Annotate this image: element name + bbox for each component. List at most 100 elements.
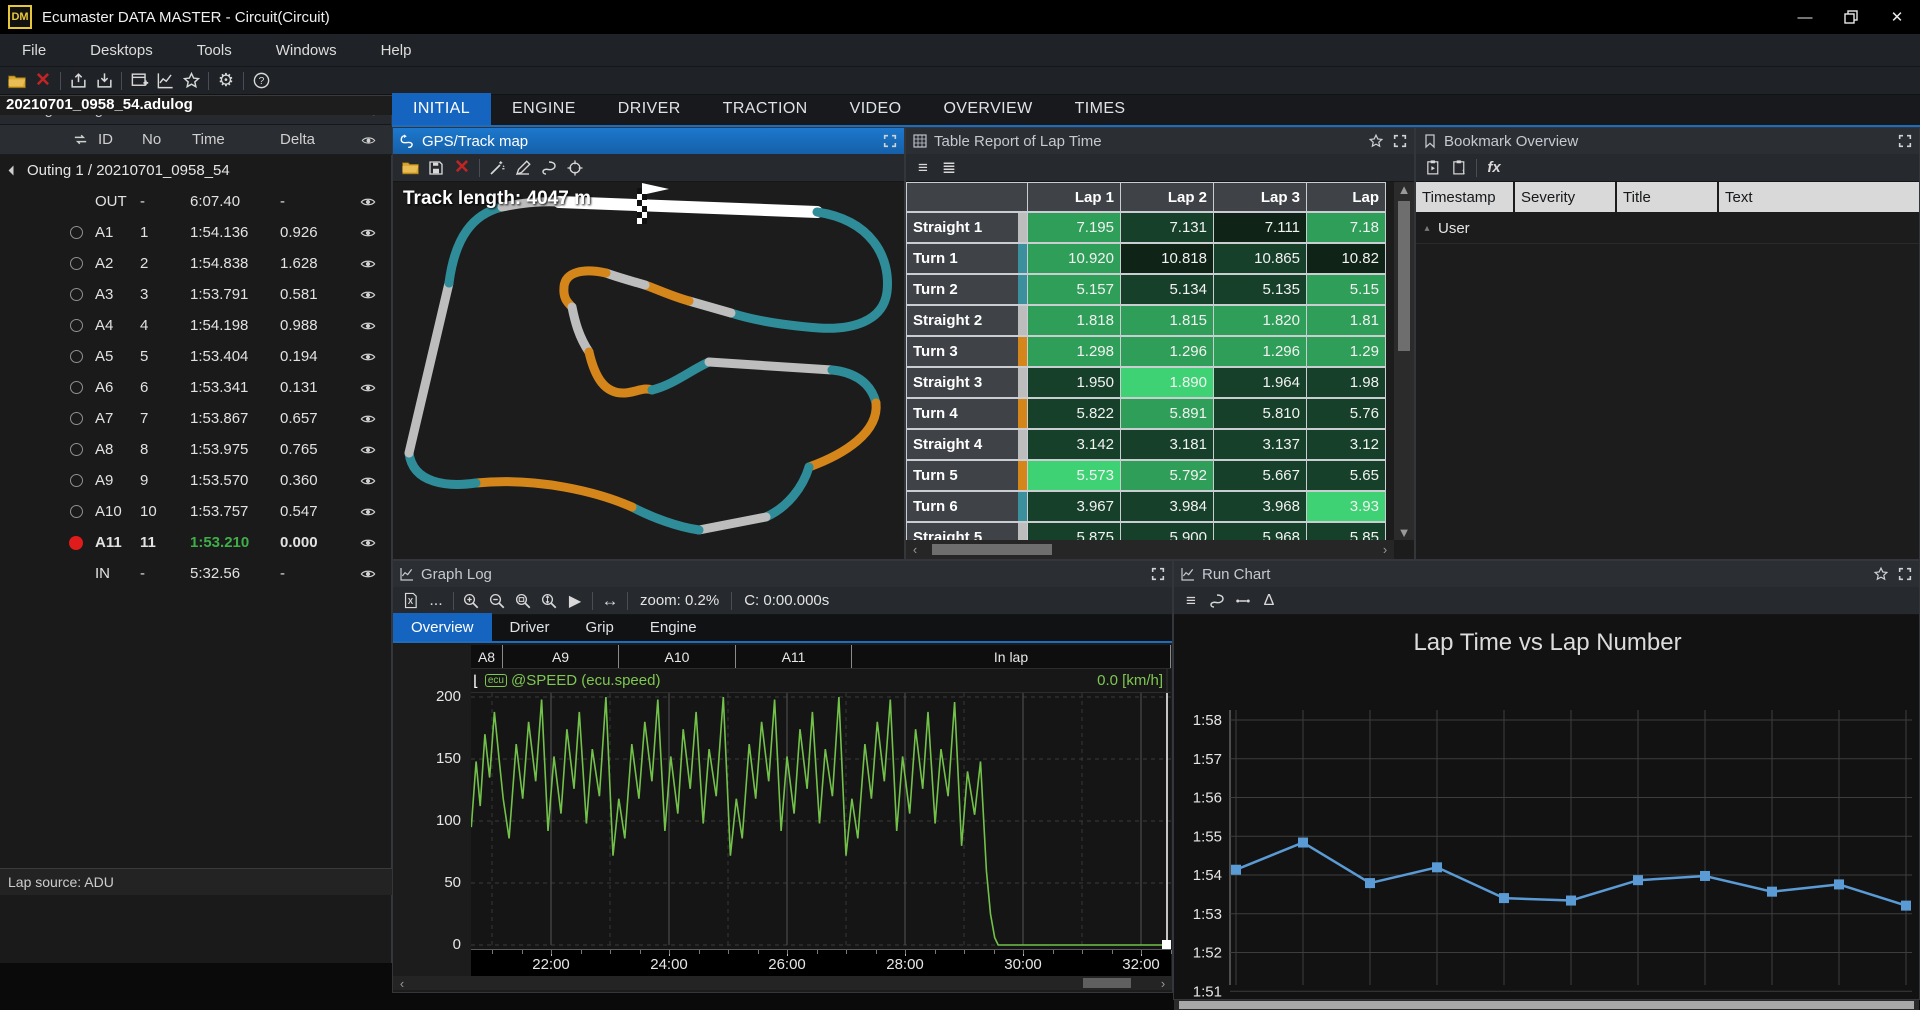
sector-label[interactable]: Turn 2: [906, 274, 1018, 305]
sector-time-cell[interactable]: 5.573: [1027, 460, 1120, 491]
lap-radio[interactable]: [0, 350, 95, 363]
lap-strip-a8[interactable]: A8: [471, 645, 503, 668]
visibility-eye-icon[interactable]: [358, 193, 378, 210]
log-row-a7[interactable]: A771:53.8670.657: [0, 403, 392, 434]
import-button[interactable]: [91, 69, 117, 93]
auto-sectors-button[interactable]: [484, 156, 510, 180]
lap-time-grid[interactable]: Lap 1Lap 2Lap 3LapStraight 17.1957.1317.…: [906, 182, 1394, 540]
lap-strip-a9[interactable]: A9: [503, 645, 619, 668]
sector-label[interactable]: Straight 5: [906, 522, 1018, 540]
visibility-eye-icon[interactable]: [358, 255, 378, 272]
close-log-button[interactable]: ✕: [30, 69, 56, 93]
tab-video[interactable]: VIDEO: [829, 93, 923, 125]
group-expander-icon[interactable]: ▴: [1416, 223, 1438, 234]
sector-time-cell[interactable]: 10.920: [1027, 243, 1120, 274]
link-cursor-button[interactable]: [1230, 589, 1256, 613]
graph-tab-driver[interactable]: Driver: [492, 613, 568, 641]
open-log-button[interactable]: [4, 69, 30, 93]
lap-radio[interactable]: [0, 226, 95, 239]
delete-track-button[interactable]: ✕: [449, 156, 475, 180]
close-button[interactable]: ✕: [1874, 0, 1920, 34]
sector-time-cell[interactable]: 1.950: [1027, 367, 1120, 398]
graph-tab-engine[interactable]: Engine: [632, 613, 715, 641]
log-row-a1[interactable]: A111:54.1360.926: [0, 217, 392, 248]
zoom-in-button[interactable]: [458, 589, 484, 613]
sector-time-cell[interactable]: 5.667: [1213, 460, 1306, 491]
sector-time-cell[interactable]: 3.93: [1306, 491, 1386, 522]
sector-time-cell[interactable]: 1.890: [1120, 367, 1213, 398]
col-header-lap4[interactable]: Lap: [1306, 182, 1386, 212]
log-row-a4[interactable]: A441:54.1980.988: [0, 310, 392, 341]
sector-label[interactable]: Straight 3: [906, 367, 1018, 398]
zoom-vertical-button[interactable]: [536, 589, 562, 613]
col-header-lap3[interactable]: Lap 3: [1213, 182, 1306, 212]
sector-time-cell[interactable]: 1.820: [1213, 305, 1306, 336]
log-row-out[interactable]: OUT-6:07.40-: [0, 186, 392, 217]
col-no[interactable]: No: [142, 131, 192, 148]
lap-table-header[interactable]: Table Report of Lap Time: [906, 128, 1414, 154]
row-list-button[interactable]: ≡: [910, 156, 936, 180]
sector-time-cell[interactable]: 1.298: [1027, 336, 1120, 367]
scroll-up-icon[interactable]: ▲: [1395, 182, 1413, 197]
gps-panel-header[interactable]: GPS/Track map: [393, 128, 904, 154]
col-delta[interactable]: Delta: [280, 131, 350, 148]
menu-file[interactable]: File: [0, 34, 68, 67]
lap-strip-in-lap[interactable]: In lap: [852, 645, 1171, 668]
tab-traction[interactable]: TRACTION: [702, 93, 829, 125]
collapse-triangle-icon[interactable]: [9, 166, 19, 176]
more-options-button[interactable]: ...: [423, 589, 449, 613]
col-header-lap1[interactable]: Lap 1: [1027, 182, 1120, 212]
lap-radio[interactable]: [0, 412, 95, 425]
tab-engine[interactable]: ENGINE: [491, 93, 597, 125]
sector-time-cell[interactable]: 5.891: [1120, 398, 1213, 429]
sector-time-cell[interactable]: 1.81: [1306, 305, 1386, 336]
log-row-a9[interactable]: A991:53.5700.360: [0, 465, 392, 496]
col-header-lap2[interactable]: Lap 2: [1120, 182, 1213, 212]
zoom-out-button[interactable]: [484, 589, 510, 613]
sector-time-cell[interactable]: 5.875: [1027, 522, 1120, 540]
bookmark-header[interactable]: Bookmark Overview: [1416, 128, 1919, 154]
sector-time-cell[interactable]: 1.98: [1306, 367, 1386, 398]
log-row-a5[interactable]: A551:53.4040.194: [0, 341, 392, 372]
graph-log-scrollbar[interactable]: ‹ ›: [393, 976, 1172, 990]
scroll-down-icon[interactable]: ▼: [1395, 525, 1413, 540]
sector-time-cell[interactable]: 5.15: [1306, 274, 1386, 305]
log-row-a11[interactable]: A11111:53.2100.000: [0, 527, 392, 558]
scroll-right-icon[interactable]: ›: [1376, 542, 1394, 557]
sector-label[interactable]: Straight 4: [906, 429, 1018, 460]
export-button[interactable]: [65, 69, 91, 93]
zoom-region-button[interactable]: [510, 589, 536, 613]
sector-time-cell[interactable]: 1.818: [1027, 305, 1120, 336]
scroll-left-icon[interactable]: ‹: [906, 542, 924, 557]
scroll-left-icon[interactable]: ‹: [393, 976, 411, 991]
lap-strip[interactable]: A8A9A10A11In lap: [471, 645, 1171, 669]
scrollbar-thumb[interactable]: [1398, 201, 1410, 351]
expand-icon[interactable]: [1150, 566, 1166, 582]
lap-radio[interactable]: [0, 443, 95, 456]
scrollbar-thumb[interactable]: [932, 544, 1052, 555]
visibility-eye-icon[interactable]: [358, 379, 378, 396]
restore-button[interactable]: [1828, 0, 1874, 34]
track-map-canvas[interactable]: Track length: 4047 m: [393, 182, 904, 559]
sector-time-cell[interactable]: 1.296: [1213, 336, 1306, 367]
tab-initial[interactable]: INITIAL: [392, 93, 491, 125]
visibility-eye-icon[interactable]: [358, 224, 378, 241]
sector-label[interactable]: Turn 5: [906, 460, 1018, 491]
sector-time-cell[interactable]: 7.195: [1027, 212, 1120, 243]
visibility-eye-icon[interactable]: [358, 565, 378, 582]
lap-strip-a10[interactable]: A10: [619, 645, 736, 668]
log-row-a6[interactable]: A661:53.3410.131: [0, 372, 392, 403]
lap-strip-a11[interactable]: A11: [736, 645, 852, 668]
menu-help[interactable]: Help: [359, 34, 434, 67]
sector-label[interactable]: Turn 3: [906, 336, 1018, 367]
sector-time-cell[interactable]: 5.968: [1213, 522, 1306, 540]
visibility-eye-icon[interactable]: [358, 503, 378, 520]
sector-time-cell[interactable]: 3.142: [1027, 429, 1120, 460]
edit-track-button[interactable]: [510, 156, 536, 180]
sector-time-cell[interactable]: 5.85: [1306, 522, 1386, 540]
expand-icon[interactable]: [1897, 566, 1913, 582]
sector-label[interactable]: Turn 4: [906, 398, 1018, 429]
open-track-button[interactable]: [397, 156, 423, 180]
lasso-select-button[interactable]: [536, 156, 562, 180]
visibility-eye-icon[interactable]: [358, 410, 378, 427]
